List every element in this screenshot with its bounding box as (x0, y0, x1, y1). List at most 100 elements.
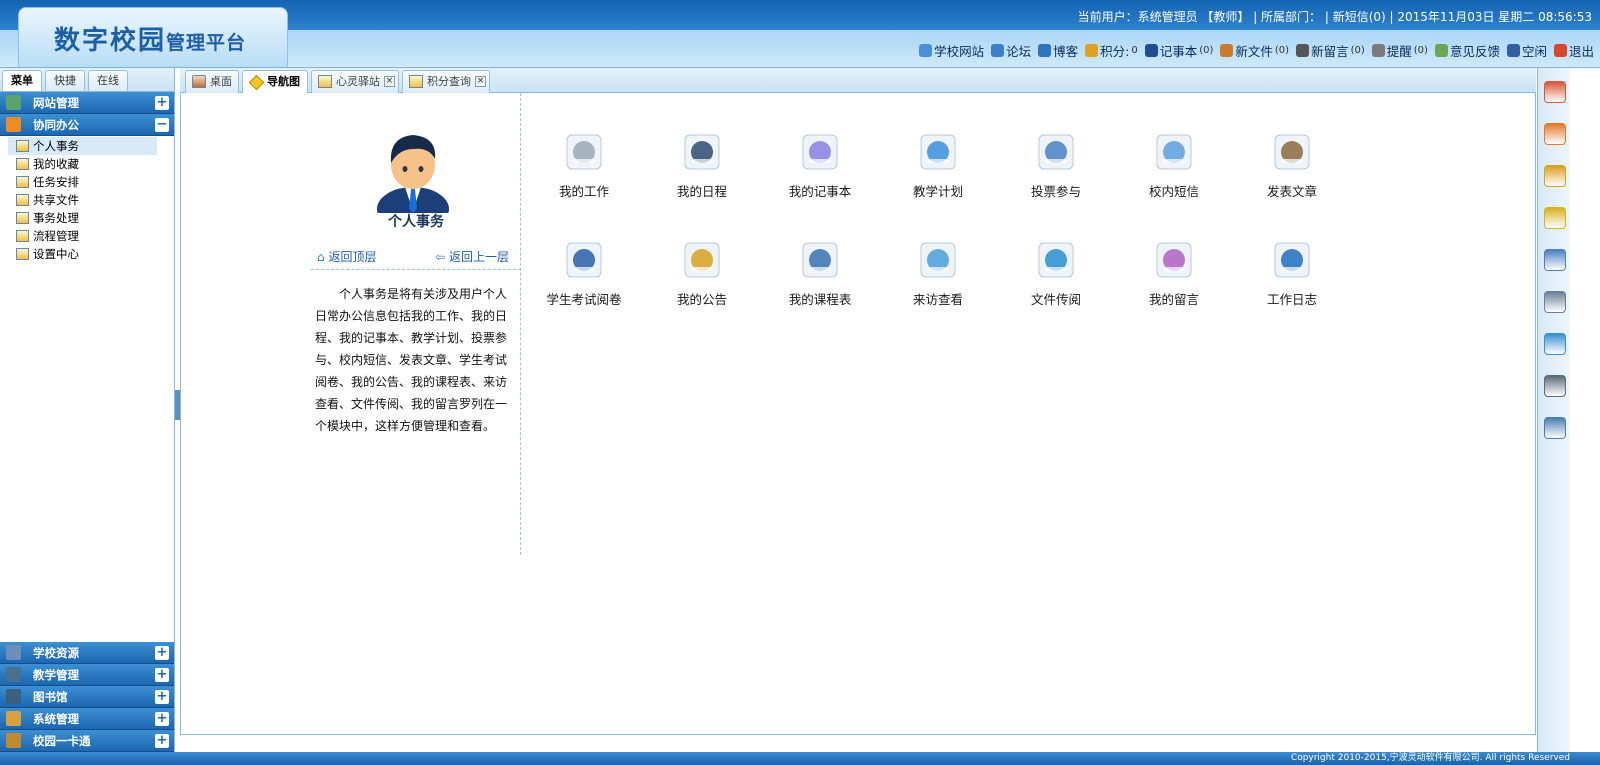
top-link-label: 新留言 (1311, 44, 1349, 59)
top-link-reminder[interactable]: 提醒 (0) (1371, 41, 1428, 60)
top-link-new-file[interactable]: 新文件 (0) (1220, 41, 1289, 60)
expand-icon[interactable]: + (155, 690, 169, 704)
expand-icon[interactable]: + (155, 668, 169, 682)
top-link-points[interactable]: 积分: 0 (1085, 41, 1138, 60)
monitor-icon (1038, 242, 1074, 278)
content-tab-label: 桌面 (210, 75, 232, 88)
content-tab-label: 心灵驿站 (336, 75, 380, 88)
collapse-icon[interactable]: − (155, 118, 169, 132)
sidebar-tabs: 菜单 快捷 在线 (0, 68, 174, 92)
document-icon[interactable] (1544, 291, 1566, 313)
content-tab[interactable]: 积分查询 × (402, 70, 490, 93)
top-link-logout[interactable]: 退出 (1553, 41, 1594, 60)
note-pen-icon (1156, 242, 1192, 278)
module-label: 来访查看 (912, 292, 963, 307)
settings-icon[interactable] (1544, 417, 1566, 439)
new-file-icon (1220, 44, 1234, 57)
top-links: 学校网站 论坛 博客 积分: 0 记事本 (0) 新文件 (0) 新留言 (0) 提醒 (0) 意见反馈 空… (919, 41, 1594, 60)
sidebar-group[interactable]: 协同办公 − (0, 114, 174, 136)
sidebar-tab-shortcut[interactable]: 快捷 (45, 70, 85, 91)
top-link-blog[interactable]: 博客 (1038, 41, 1078, 60)
sidebar-group[interactable]: 图书馆 + (0, 686, 174, 708)
expand-icon[interactable]: + (155, 646, 169, 660)
sidebar-tab-menu[interactable]: 菜单 (2, 70, 42, 91)
key-icon[interactable] (1544, 207, 1566, 229)
module-note-pen[interactable]: 我的留言 (1129, 237, 1219, 317)
module-notebook[interactable]: 我的记事本 (775, 129, 865, 209)
top-link-notebook[interactable]: 记事本 (0) (1144, 41, 1213, 60)
sidebar-menu-item[interactable]: 任务安排 (8, 173, 174, 191)
content-tab[interactable]: 桌面 (185, 70, 239, 93)
sidebar-menu-item-label: 事务处理 (33, 211, 79, 225)
module-message[interactable]: 校内短信 (1129, 129, 1219, 209)
content-tab-label: 积分查询 (427, 75, 471, 88)
sidebar-group[interactable]: 教学管理 + (0, 664, 174, 686)
timetable-icon (802, 242, 838, 278)
expand-icon[interactable]: + (155, 712, 169, 726)
tab-close-icon[interactable]: × (384, 76, 395, 87)
sidebar-group[interactable]: 网站管理 + (0, 92, 174, 114)
sidebar-menu-item[interactable]: 设置中心 (8, 245, 174, 263)
notebook-icon (802, 134, 838, 170)
module-monitor[interactable]: 文件传阅 (1011, 237, 1101, 317)
forum-icon (991, 44, 1005, 57)
expand-icon[interactable]: + (155, 734, 169, 748)
module-visitor[interactable]: 来访查看 (893, 237, 983, 317)
right-toolbar (1537, 68, 1570, 752)
sidebar-menu-list: 个人事务 我的收藏 任务安排 共享文件事务处理流程管理设置中心 (0, 136, 174, 263)
top-link-new-message[interactable]: 新留言 (0) (1296, 41, 1365, 60)
download-icon[interactable] (1544, 333, 1566, 355)
eraser-icon[interactable] (1544, 123, 1566, 145)
sidebar-group-label: 网站管理 (33, 95, 79, 110)
module-label: 学生考试阅卷 (546, 292, 622, 307)
top-link-idle[interactable]: 空闲 (1506, 41, 1547, 60)
app-logo: 数字校园管理平台 (54, 20, 246, 57)
sidebar-group[interactable]: 校园一卡通 + (0, 730, 174, 752)
sidebar-menu-item[interactable]: 事务处理 (8, 209, 174, 227)
module-chart-search[interactable]: 投票参与 (1011, 129, 1101, 209)
module-book[interactable]: 发表文章 (1247, 129, 1337, 209)
content-tab[interactable]: 心灵驿站 × (311, 70, 399, 93)
books-icon[interactable] (1544, 81, 1566, 103)
user-avatar-icon (377, 135, 449, 213)
sidebar-menu-item[interactable]: 流程管理 (8, 227, 174, 245)
content-tab[interactable]: 导航图 (242, 70, 308, 93)
sidebar-menu-item[interactable]: 共享文件 (8, 191, 174, 209)
tab-close-icon[interactable]: × (475, 76, 486, 87)
module-alarm-clock[interactable]: 教学计划 (893, 129, 983, 209)
group-icon (6, 711, 21, 726)
module-globe[interactable]: 工作日志 (1247, 237, 1337, 317)
sidebar-group[interactable]: 学校资源 + (0, 642, 174, 664)
sidebar-menu-item-label: 流程管理 (33, 229, 79, 243)
module-label: 发表文章 (1266, 184, 1317, 199)
top-link-forum[interactable]: 论坛 (991, 41, 1031, 60)
logout-icon (1553, 44, 1567, 57)
top-link-label: 积分: (1100, 44, 1130, 59)
sidebar-menu-item[interactable]: 我的收藏 (8, 155, 174, 173)
module-work[interactable]: 我的工作 (539, 129, 629, 209)
module-timetable[interactable]: 我的课程表 (775, 237, 865, 317)
idle-icon (1506, 44, 1520, 57)
module-exam-pen[interactable]: 学生考试阅卷 (539, 237, 629, 317)
calendar-icon (684, 134, 720, 170)
module-megaphone[interactable]: 我的公告 (657, 237, 747, 317)
pencil-icon[interactable] (1544, 165, 1566, 187)
sidebar-menu-item[interactable]: 个人事务 (8, 137, 157, 155)
printer-icon[interactable] (1544, 375, 1566, 397)
module-calendar[interactable]: 我的日程 (657, 129, 747, 209)
top-link-label: 空闲 (1521, 44, 1547, 59)
top-link-feedback[interactable]: 意见反馈 (1434, 41, 1500, 60)
sidebar-group-label: 系统管理 (33, 711, 79, 726)
back-to-top-button[interactable]: ⌂ 返回顶层 (317, 248, 376, 265)
back-up-button[interactable]: ⇦ 返回上一层 (435, 248, 509, 265)
user-icon[interactable] (1544, 249, 1566, 271)
expand-icon[interactable]: + (155, 96, 169, 110)
sidebar-tab-online[interactable]: 在线 (88, 70, 128, 91)
home-icon: ⌂ (317, 250, 325, 264)
menu-item-icon (16, 140, 29, 152)
sidebar-group[interactable]: 系统管理 + (0, 708, 174, 730)
user-info: 当前用户：系统管理员 【教师】 | 所属部门： | 新短信(0) | 2015年… (1077, 10, 1592, 24)
menu-item-icon (16, 176, 29, 188)
sidebar-group-label: 学校资源 (33, 645, 79, 660)
top-link-school-site[interactable]: 学校网站 (919, 41, 984, 60)
